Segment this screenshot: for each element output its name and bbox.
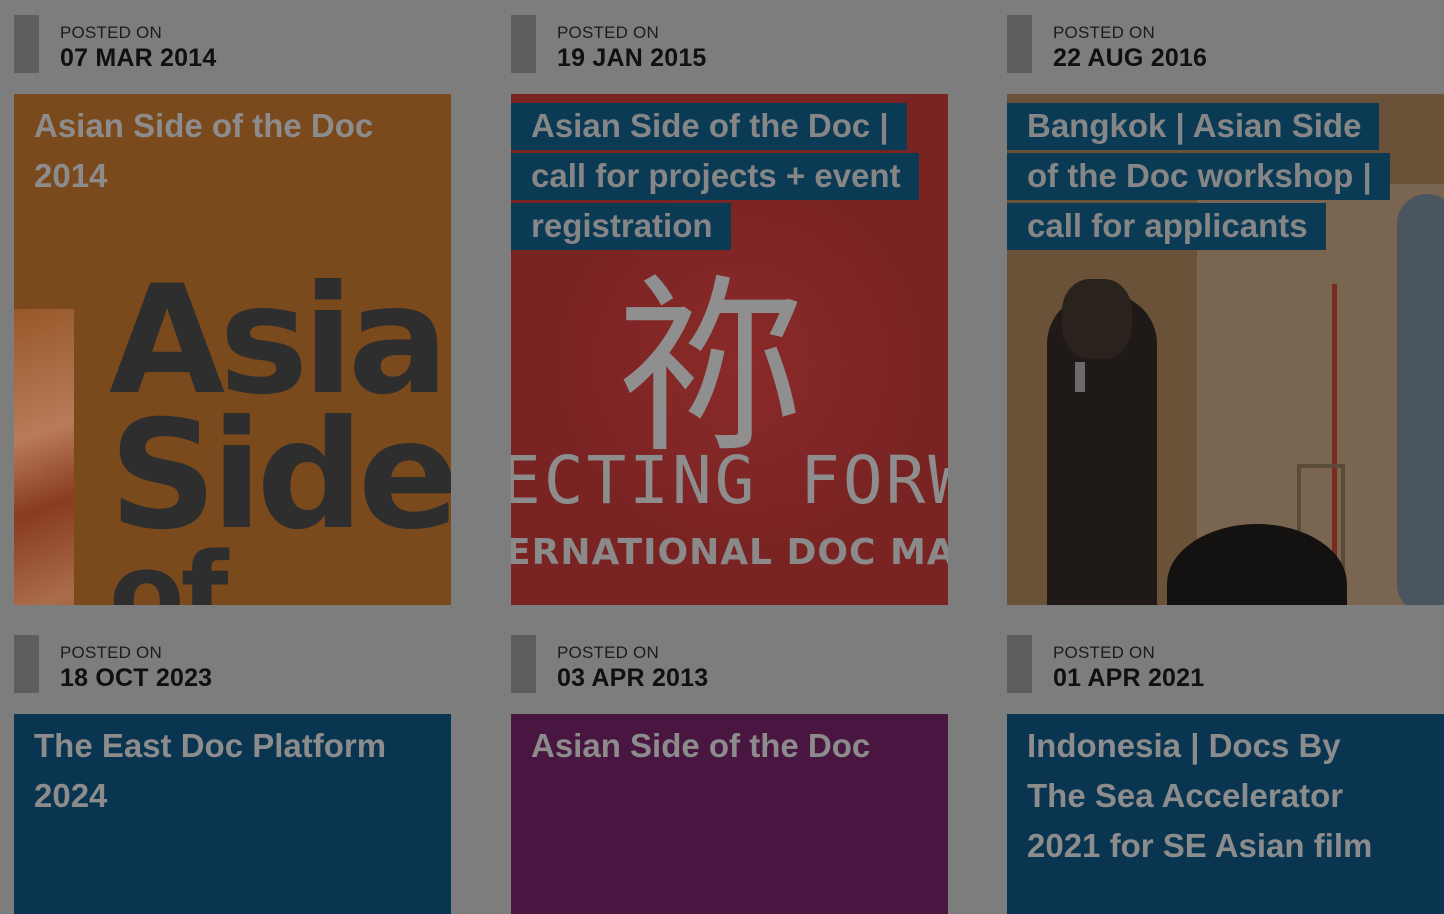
- post-title-line[interactable]: Asian Side of the Doc: [531, 727, 870, 764]
- post-meta: POSTED ON 03 APR 2013: [511, 620, 948, 693]
- post-title-line[interactable]: Asian Side of the Doc |: [511, 103, 907, 150]
- microphone-icon: [1075, 362, 1085, 392]
- date-accent-bar: [1007, 635, 1032, 693]
- posted-on-label: POSTED ON: [1053, 643, 1155, 662]
- post-date: 03 APR 2013: [557, 664, 709, 692]
- post-title[interactable]: Bangkok | Asian Side of the Doc workshop…: [1007, 101, 1408, 251]
- post-date: 18 OCT 2023: [60, 664, 213, 692]
- post-title-line[interactable]: Bangkok | Asian Side: [1007, 103, 1380, 150]
- post-thumbnail[interactable]: Asia Side of the I Asian Side of the Doc…: [14, 94, 451, 605]
- post-meta: POSTED ON 07 MAR 2014: [14, 0, 451, 73]
- post-meta: POSTED ON 01 APR 2021: [1007, 620, 1444, 693]
- post-title-line[interactable]: 2024: [34, 777, 107, 814]
- date-accent-bar: [14, 635, 39, 693]
- post-thumbnail[interactable]: The East Doc Platform 2024: [14, 714, 451, 914]
- posted-on-label: POSTED ON: [557, 643, 659, 662]
- post-title-line[interactable]: Indonesia | Docs By: [1027, 727, 1341, 764]
- photo-person: [1397, 194, 1444, 605]
- post-title-line[interactable]: of the Doc workshop |: [1007, 153, 1390, 200]
- posted-on-label: POSTED ON: [60, 643, 162, 662]
- post-date: 01 APR 2021: [1053, 664, 1205, 692]
- post-thumbnail[interactable]: Indonesia | Docs By The Sea Accelerator …: [1007, 714, 1444, 914]
- date-accent-bar: [14, 15, 39, 73]
- post-title[interactable]: Asian Side of the Doc | call for project…: [511, 101, 937, 251]
- thumbnail-art-text: of the I: [109, 529, 228, 605]
- photo-speaker-head: [1062, 279, 1132, 359]
- post-title-line[interactable]: registration: [511, 203, 731, 250]
- thumbnail-art-text: ERNATIONAL DOC MARKET: [511, 532, 948, 573]
- post-title-line[interactable]: 2021 for SE Asian film: [1027, 827, 1372, 864]
- post-title[interactable]: The East Doc Platform 2024: [14, 721, 404, 821]
- post-title-line[interactable]: Asian Side of the Doc: [34, 107, 373, 144]
- post-thumbnail[interactable]: 祢 ECTING FORW ERNATIONAL DOC MARKET Asia…: [511, 94, 948, 605]
- date-accent-bar: [1007, 15, 1032, 73]
- post-title[interactable]: Indonesia | Docs By The Sea Accelerator …: [1007, 721, 1390, 871]
- post-date: 07 MAR 2014: [60, 44, 217, 72]
- post-title-line[interactable]: call for projects + event: [511, 153, 919, 200]
- posted-on-label: POSTED ON: [557, 23, 659, 42]
- post-meta: POSTED ON 19 JAN 2015: [511, 0, 948, 73]
- post-meta: POSTED ON 18 OCT 2023: [14, 620, 451, 693]
- post-title[interactable]: Asian Side of the Doc: [511, 721, 888, 771]
- post-meta: POSTED ON 22 AUG 2016: [1007, 0, 1444, 73]
- post-title-line[interactable]: The East Doc Platform: [34, 727, 386, 764]
- post-date: 19 JAN 2015: [557, 44, 707, 72]
- thumbnail-art-text: ECTING FORW: [511, 442, 948, 519]
- post-thumbnail[interactable]: Bangkok | Asian Side of the Doc workshop…: [1007, 94, 1444, 605]
- post-title[interactable]: Asian Side of the Doc 2014: [14, 101, 391, 201]
- date-accent-bar: [511, 635, 536, 693]
- post-title-line[interactable]: call for applicants: [1007, 203, 1326, 250]
- decorative-stripe: [14, 309, 74, 605]
- posted-on-label: POSTED ON: [1053, 23, 1155, 42]
- post-thumbnail[interactable]: Asian Side of the Doc: [511, 714, 948, 914]
- posted-on-label: POSTED ON: [60, 23, 162, 42]
- post-title-line[interactable]: 2014: [34, 157, 107, 194]
- post-title-line[interactable]: The Sea Accelerator: [1027, 777, 1343, 814]
- date-accent-bar: [511, 15, 536, 73]
- post-date: 22 AUG 2016: [1053, 44, 1208, 72]
